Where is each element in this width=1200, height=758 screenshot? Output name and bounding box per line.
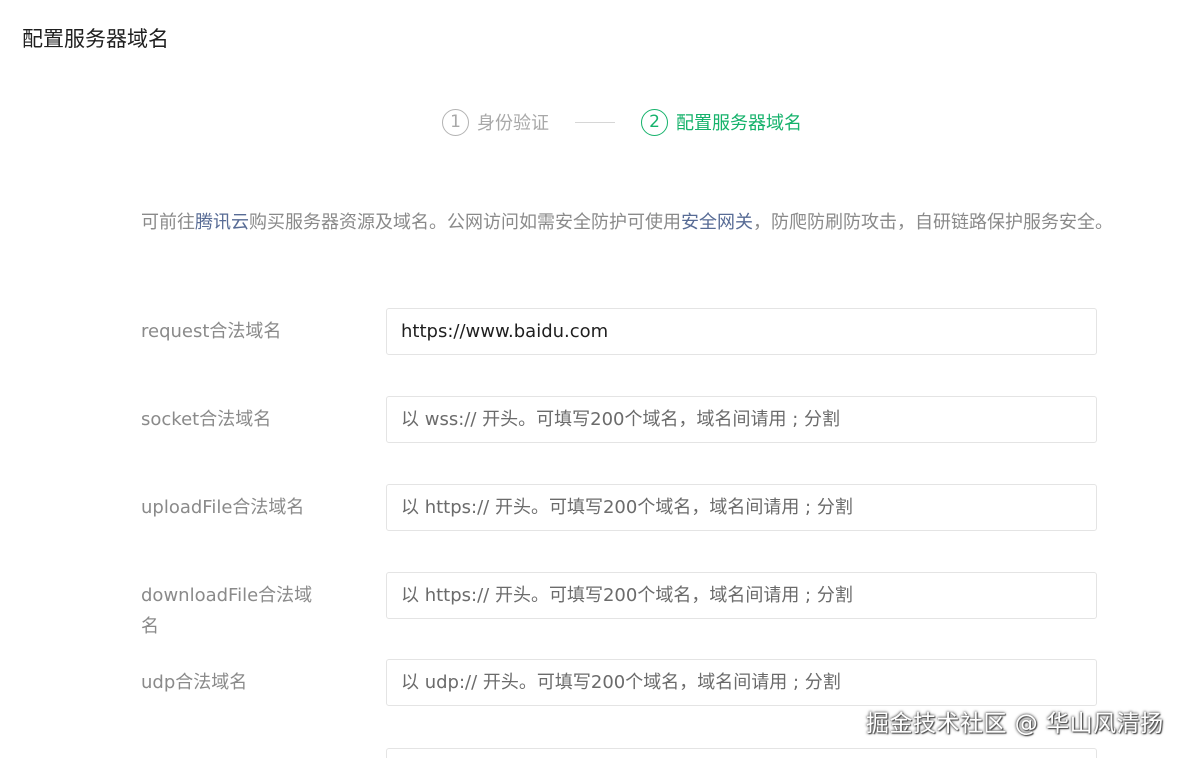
step-configure-domains: 2 配置服务器域名: [641, 108, 802, 136]
step-label: 配置服务器域名: [676, 113, 802, 134]
stepper: 1 身份验证 2 配置服务器域名: [442, 106, 802, 138]
step-number-2: 2: [641, 108, 668, 136]
field-label: uploadFile合法域名: [141, 497, 305, 518]
field-label: udp合法域名: [141, 672, 248, 693]
tencent-cloud-link[interactable]: 腾讯云: [195, 212, 249, 233]
form-row-udp: udp合法域名: [141, 659, 1101, 709]
intro-prefix: 可前往: [141, 212, 195, 233]
intro-suffix: ，防爬防刷防攻击，自研链路保护服务安全。: [753, 212, 1113, 233]
uploadfile-domain-input[interactable]: [386, 484, 1097, 531]
form-row-request: request合法域名: [141, 308, 1101, 358]
downloadfile-domain-input[interactable]: [386, 572, 1097, 619]
udp-domain-input[interactable]: [386, 659, 1097, 706]
intro-middle: 购买服务器资源及域名。公网访问如需安全防护可使用: [249, 212, 681, 233]
socket-domain-input[interactable]: [386, 396, 1097, 443]
form-row-socket: socket合法域名: [141, 396, 1101, 446]
step-label: 身份验证: [477, 113, 549, 134]
step-divider: [575, 121, 615, 123]
field-label: downloadFile合法域名: [141, 585, 313, 637]
form-row-uploadfile: uploadFile合法域名: [141, 484, 1101, 534]
request-domain-input[interactable]: [386, 308, 1097, 355]
step-number-1: 1: [442, 108, 469, 136]
next-field-input[interactable]: [386, 748, 1097, 758]
form-row-downloadfile: downloadFile合法域名: [141, 572, 1101, 637]
page-title: 配置服务器域名: [22, 27, 169, 51]
watermark: 掘金技术社区 @ 华山风清扬: [866, 711, 1164, 737]
field-label: request合法域名: [141, 321, 282, 342]
intro-text: 可前往腾讯云购买服务器资源及域名。公网访问如需安全防护可使用安全网关，防爬防刷防…: [141, 207, 1116, 238]
page: 配置服务器域名 1 身份验证 2 配置服务器域名 可前往腾讯云购买服务器资源及域…: [0, 0, 1200, 758]
step-identity-verification: 1 身份验证: [442, 108, 549, 136]
security-gateway-link[interactable]: 安全网关: [681, 212, 753, 233]
field-label: socket合法域名: [141, 409, 272, 430]
